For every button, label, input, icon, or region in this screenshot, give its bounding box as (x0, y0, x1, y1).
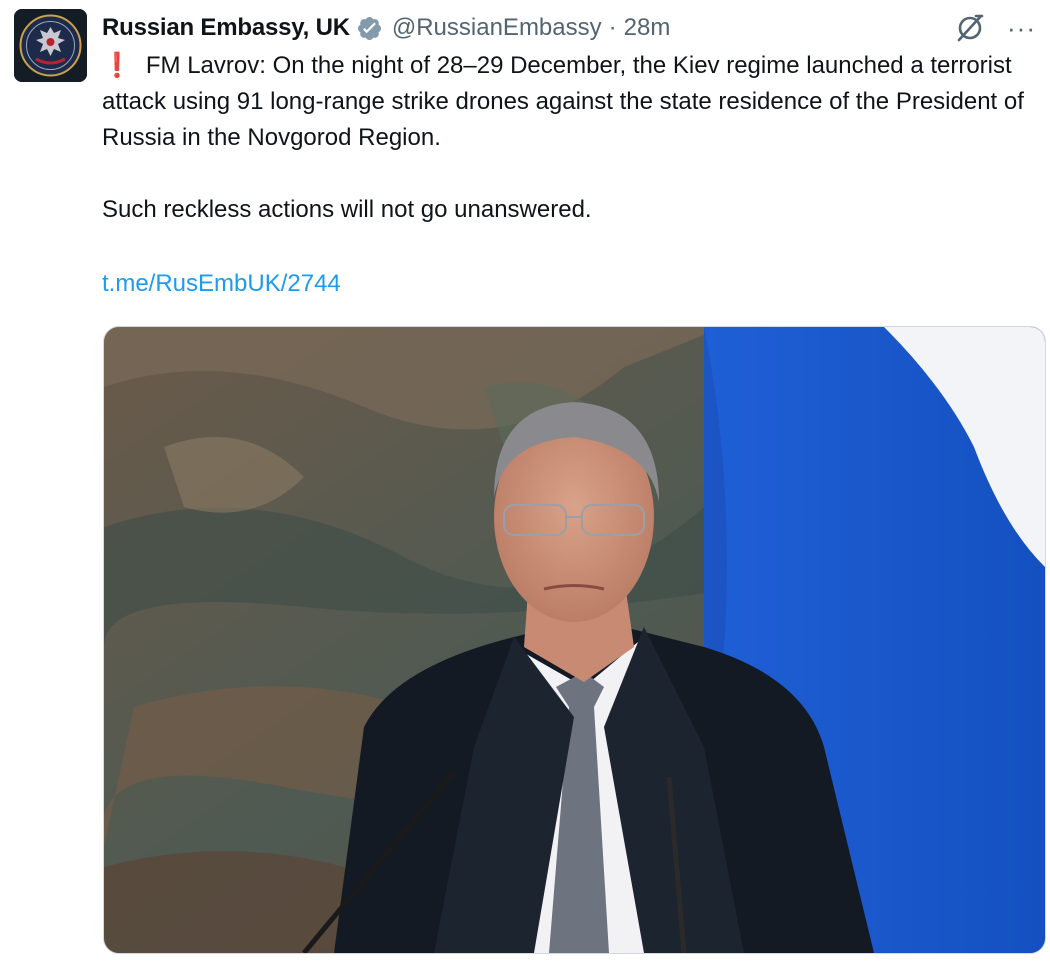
tweet-text-paragraph-2: Such reckless actions will not go unansw… (102, 196, 592, 223)
user-handle[interactable]: @RussianEmbassy (392, 14, 602, 42)
tweet-text-paragraph-1: FM Lavrov: On the night of 28–29 Decembe… (102, 52, 1031, 151)
telegram-link[interactable]: t.me/RusEmbUK/2744 (102, 266, 341, 302)
grok-icon[interactable] (955, 13, 985, 43)
tweet-header: Russian Embassy, UK @RussianEmbassy · 28… (102, 8, 1036, 48)
tweet-body: ❗ FM Lavrov: On the night of 28–29 Decemb… (102, 48, 1042, 228)
display-name[interactable]: Russian Embassy, UK (102, 14, 350, 42)
embassy-crest-icon (14, 9, 87, 82)
separator-dot: · (608, 14, 617, 41)
tweet-timestamp[interactable]: 28m (624, 14, 671, 42)
photo-illustration (104, 327, 1045, 953)
exclamation-icon: ❗ (102, 52, 132, 79)
profile-avatar[interactable] (14, 9, 87, 82)
verified-badge-icon[interactable] (356, 15, 383, 42)
tweet-media-photo[interactable] (103, 326, 1046, 954)
more-options-icon[interactable]: ··· (1007, 15, 1036, 41)
header-actions: ··· (955, 13, 1036, 43)
